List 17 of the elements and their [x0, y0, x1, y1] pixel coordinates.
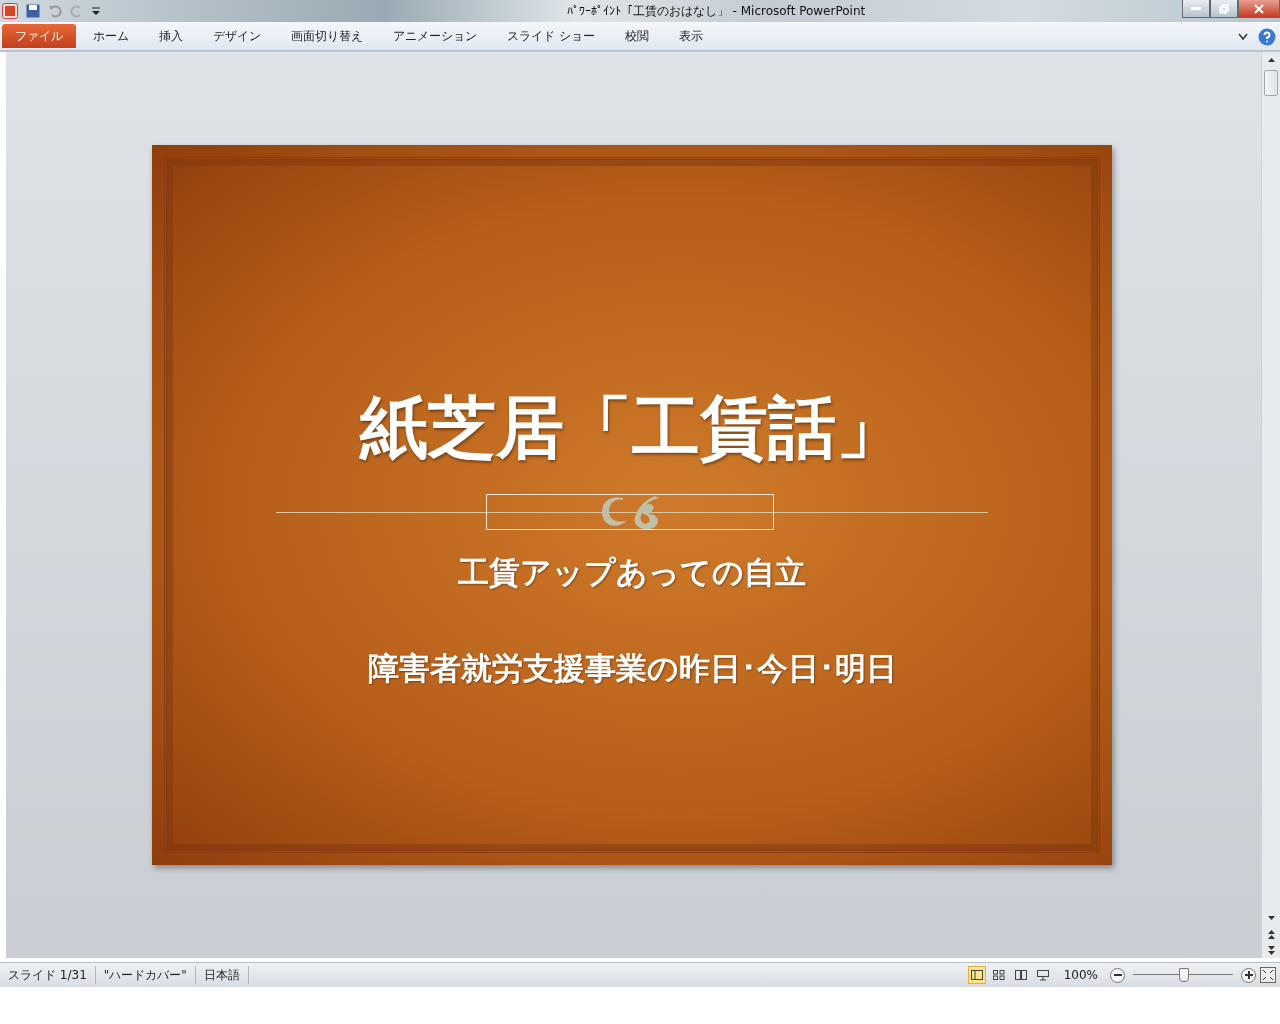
ribbon-tab[interactable]: 表示 [665, 24, 716, 48]
ribbon-tab[interactable]: スライド ショー [494, 24, 608, 48]
ribbon-tab[interactable]: 校閲 [611, 24, 662, 48]
zoom-level[interactable]: 100% [1055, 968, 1106, 982]
ribbon-tab[interactable]: アニメーション [380, 24, 490, 48]
ribbon-tab[interactable]: 画面切り替え [278, 24, 376, 48]
ribbon-tab[interactable]: デザイン [200, 24, 274, 48]
ribbon-tab[interactable]: ホーム [80, 24, 142, 48]
status-text: 日本語 [195, 966, 249, 984]
window-title: ﾊﾟﾜｰﾎﾟｲﾝﾄ「工賃のおはなし」 - Microsoft PowerPoint [565, 2, 867, 20]
slide-subtitle: 障害者就労支援事業の昨日･今日･明日 [367, 649, 897, 688]
slide-title: 紙芝居「工賃話」 [360, 386, 904, 469]
slide-subtitle: 工賃アップあっての自立 [458, 553, 806, 592]
file-tab[interactable]: ファイル [2, 24, 76, 48]
ribbon-tab[interactable]: 挿入 [146, 24, 196, 48]
status-text: "ハードカバー" [95, 966, 196, 984]
status-text: スライド 1/31 [0, 966, 96, 984]
